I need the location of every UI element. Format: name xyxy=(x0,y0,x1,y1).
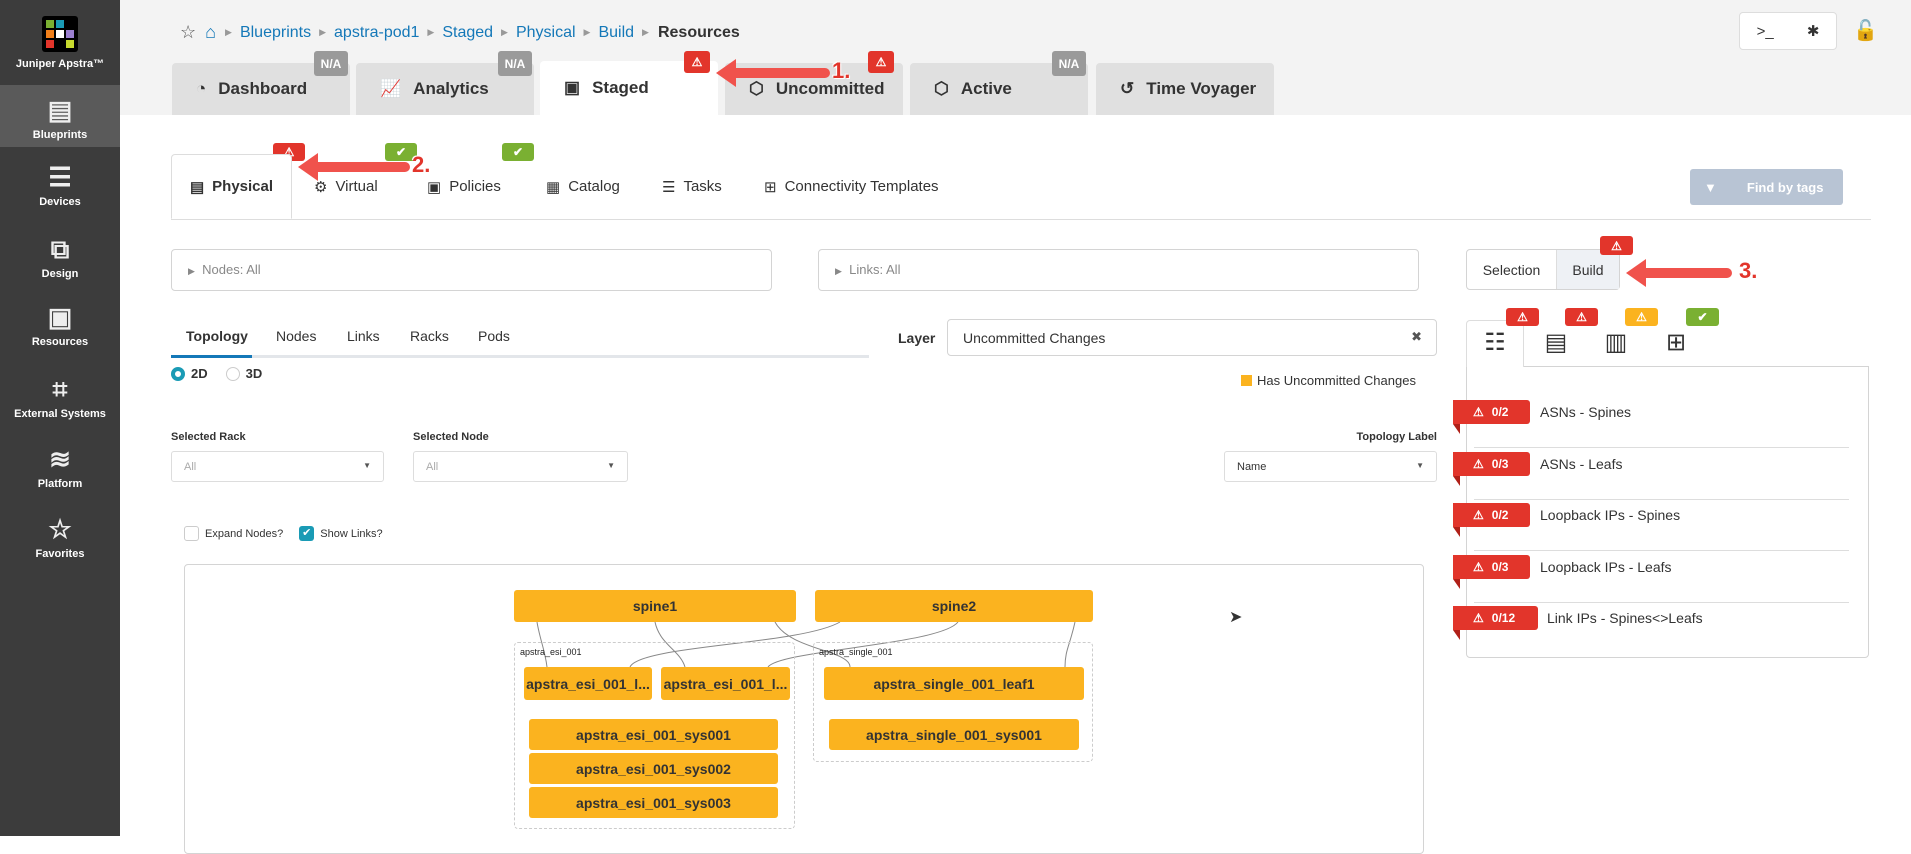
warning-icon: ⚠ xyxy=(1473,405,1484,419)
resource-status-badge: ⚠ 0/2 xyxy=(1453,400,1530,434)
physical-icon: ▤ xyxy=(189,178,205,196)
mouse-cursor-icon: ➤ xyxy=(1229,609,1243,626)
mode-toggle: Selection Build xyxy=(1466,249,1620,290)
resource-row[interactable]: ⚠ 0/3 Loopback IPs - Leafs xyxy=(1453,554,1853,607)
annotation-arrow-2 xyxy=(298,153,410,181)
warning-icon: ⚠ xyxy=(1473,456,1484,471)
warning-badge: ⚠ xyxy=(1625,308,1658,326)
resource-row[interactable]: ⚠ 0/2 Loopback IPs - Spines xyxy=(1453,503,1853,555)
resource-status-badge: ⚠ 0/3 xyxy=(1453,554,1530,589)
warning-badge: ⚠ xyxy=(1565,308,1598,326)
list-icon: ☷ xyxy=(1484,329,1506,356)
build-button[interactable]: Build xyxy=(1556,250,1619,289)
node-leaf[interactable]: apstra_esi_001_l... xyxy=(524,667,652,700)
node-system[interactable]: apstra_esi_001_sys002 xyxy=(529,753,778,784)
warning-icon: ⚠ xyxy=(1473,559,1484,574)
resource-status-badge: ⚠ 0/3 xyxy=(1453,451,1530,486)
warning-icon: ⚠ xyxy=(1473,508,1484,522)
node-spine[interactable]: spine1 xyxy=(514,590,796,622)
resource-row[interactable]: ⚠ 0/2 ASNs - Spines xyxy=(1453,400,1853,452)
build-tab-topology-icon[interactable]: ⊞ xyxy=(1647,328,1705,357)
selection-button[interactable]: Selection xyxy=(1467,250,1556,289)
resource-status-badge: ⚠ 0/12 xyxy=(1453,606,1538,640)
ok-badge: ✔ xyxy=(1686,308,1719,326)
annotation-3: 3. xyxy=(1739,258,1758,283)
annotation-2: 2. xyxy=(412,152,431,177)
server-stack-icon: ▤ xyxy=(1544,329,1568,356)
warning-icon: ⚠ xyxy=(1473,611,1484,625)
device-profile-icon: ▥ xyxy=(1604,329,1628,356)
node-system[interactable]: apstra_esi_001_sys001 xyxy=(529,719,778,750)
node-system[interactable]: apstra_esi_001_sys003 xyxy=(529,787,778,818)
topology-icon: ⊞ xyxy=(1665,329,1687,356)
node-leaf[interactable]: apstra_single_001_leaf1 xyxy=(824,667,1084,700)
resource-status-badge: ⚠ 0/2 xyxy=(1453,503,1530,537)
build-tab-device-profile-icon[interactable]: ▥ xyxy=(1587,328,1645,357)
build-tab-list-icon[interactable]: ☷ xyxy=(1466,328,1524,357)
node-leaf[interactable]: apstra_esi_001_l... xyxy=(661,667,790,700)
build-tab-server-stack-icon[interactable]: ▤ xyxy=(1527,328,1585,357)
node-spine[interactable]: spine2 xyxy=(815,590,1093,622)
resource-row[interactable]: ⚠ 0/3 ASNs - Leafs xyxy=(1453,451,1853,504)
node-system[interactable]: apstra_single_001_sys001 xyxy=(829,719,1079,750)
warning-badge: ⚠ xyxy=(1506,308,1539,326)
annotation-arrow-3 xyxy=(1626,259,1732,287)
build-warning-badge: ⚠ xyxy=(1600,236,1633,255)
resource-row[interactable]: ⚠ 0/12 Link IPs - Spines<>Leafs xyxy=(1453,606,1853,658)
annotation-1: 1. xyxy=(832,58,851,83)
annotation-arrow-1 xyxy=(716,59,830,87)
subtab-physical[interactable]: ▤ Physical xyxy=(171,154,292,219)
